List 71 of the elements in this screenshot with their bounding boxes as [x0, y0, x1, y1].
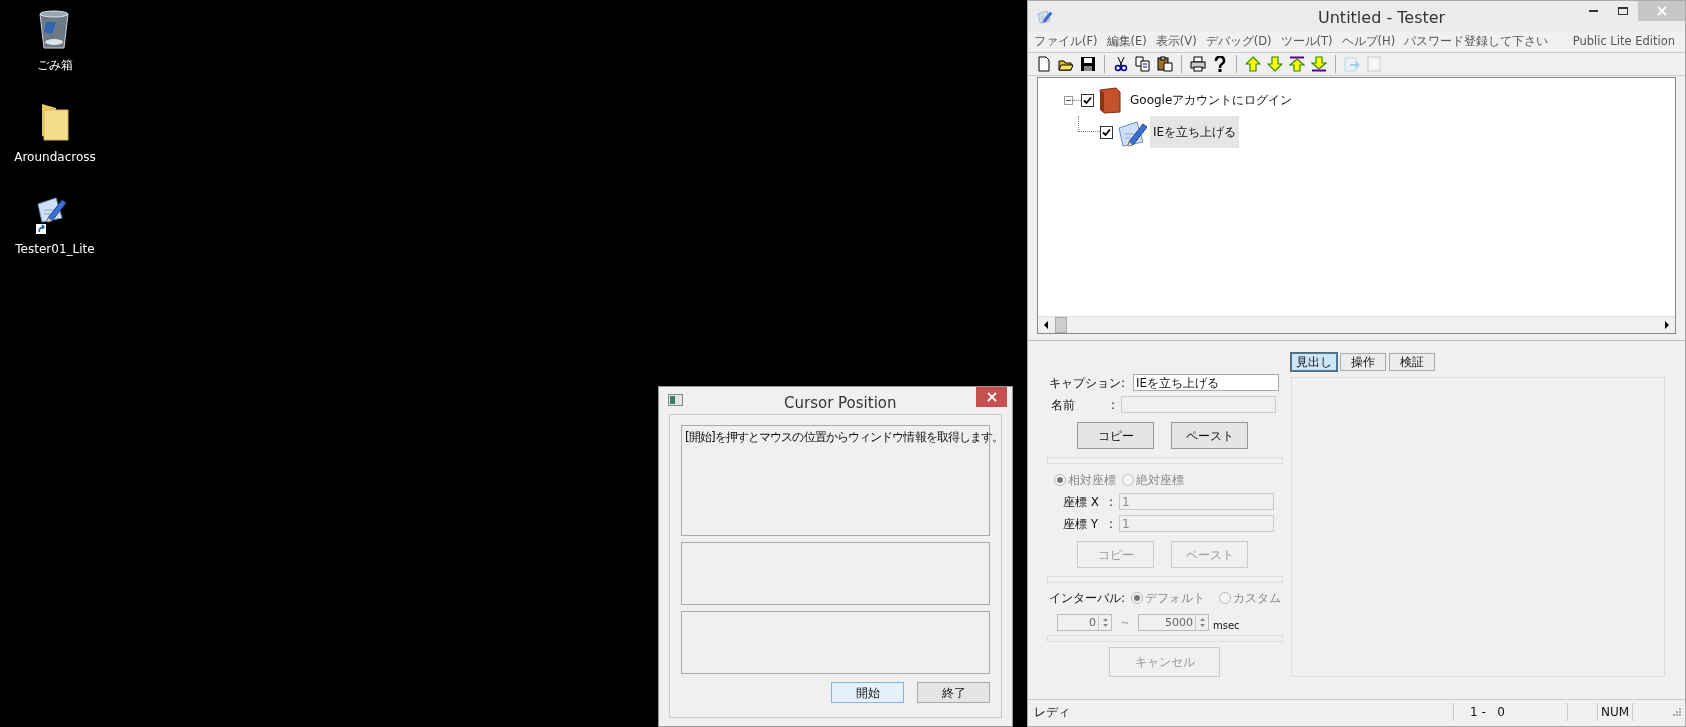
- action-button[interactable]: ペースト: [1171, 422, 1248, 449]
- tab[interactable]: 操作: [1340, 353, 1386, 371]
- desktop-icon-label[interactable]: Aroundacross: [14, 148, 96, 166]
- arrow-to-bottom-icon[interactable]: [1311, 56, 1327, 72]
- radio-label: 相対座標: [1068, 471, 1116, 489]
- spin-field[interactable]: 0: [1057, 614, 1112, 631]
- radio-button[interactable]: [1219, 591, 1232, 604]
- status-text: レディ: [1033, 703, 1071, 721]
- save-icon[interactable]: [1080, 56, 1096, 72]
- field-label: 座標 Y: [1063, 515, 1100, 533]
- app-icon: [1036, 7, 1054, 26]
- separator-colon: :: [1109, 493, 1115, 511]
- radio-button[interactable]: [1131, 591, 1144, 604]
- checkbox[interactable]: [1100, 125, 1113, 139]
- menu-item[interactable]: パスワード登録して下さい: [1404, 33, 1549, 51]
- radio-label: 絶対座標: [1136, 471, 1184, 489]
- menu-item[interactable]: ヘルプ(H): [1341, 33, 1396, 51]
- question-mark-icon[interactable]: [1212, 56, 1228, 72]
- separator-colon: :: [1111, 396, 1117, 414]
- unit-label: msec: [1213, 621, 1240, 631]
- down-arrow-icon[interactable]: [1267, 56, 1283, 72]
- field-label: インターバル:: [1049, 589, 1126, 607]
- arrow-to-top-icon[interactable]: [1289, 56, 1305, 72]
- collapse-toggle-icon[interactable]: [1064, 95, 1073, 105]
- num-lock-indicator: NUM: [1597, 702, 1633, 721]
- window-title: Cursor Position: [784, 393, 897, 414]
- spin-arrows-icon[interactable]: [1101, 617, 1109, 628]
- menu-item[interactable]: 表示(V): [1155, 33, 1197, 51]
- scissors-icon[interactable]: [1113, 56, 1129, 72]
- field-label: 座標 X: [1063, 493, 1101, 511]
- dialog-button[interactable]: 開始: [831, 682, 904, 703]
- field-label: キャプション:: [1049, 374, 1127, 392]
- new-file-icon[interactable]: [1036, 56, 1052, 72]
- book-icon: [1096, 86, 1124, 114]
- tab[interactable]: 検証: [1389, 353, 1435, 371]
- resize-grip-icon[interactable]: [1673, 707, 1681, 716]
- edition-label: Public Lite Edition: [1572, 33, 1675, 51]
- desktop-icon-label[interactable]: Tester01_Lite: [15, 240, 95, 258]
- radio-button[interactable]: [1122, 473, 1134, 486]
- menu-item[interactable]: 編集(E): [1106, 33, 1147, 51]
- close-icon[interactable]: [986, 392, 997, 402]
- checkbox[interactable]: [1081, 93, 1094, 107]
- desktop-icon-label[interactable]: ごみ箱: [37, 56, 73, 74]
- tab[interactable]: 見出し: [1291, 353, 1337, 371]
- caption-field[interactable]: IEを立ち上げる: [1133, 374, 1279, 391]
- menu-item[interactable]: デバッグ(D): [1205, 33, 1272, 51]
- dialog-button[interactable]: 終了: [917, 682, 990, 703]
- spin-arrows-icon[interactable]: [1198, 617, 1206, 628]
- horizontal-scrollbar[interactable]: [1038, 316, 1675, 333]
- tilde-text: ～: [1119, 614, 1131, 631]
- close-button[interactable]: [976, 387, 1007, 407]
- scrollbar-thumb[interactable]: [1055, 317, 1067, 333]
- tree-item-label[interactable]: Googleアカウントにログイン: [1127, 84, 1296, 116]
- action-button[interactable]: コピー: [1077, 422, 1154, 449]
- message-text: [開始]を押すとマウスの位置からウィンドウ情報を取得します。: [685, 430, 1004, 444]
- printer-icon[interactable]: [1190, 56, 1206, 72]
- menu-item[interactable]: ツール(T): [1280, 33, 1333, 51]
- tree-item-label[interactable]: IEを立ち上げる: [1150, 116, 1240, 148]
- clipboard-icon[interactable]: [1157, 56, 1173, 72]
- radio-button[interactable]: [1054, 473, 1066, 486]
- separator-colon: :: [1109, 515, 1115, 533]
- up-arrow-icon[interactable]: [1245, 56, 1261, 72]
- copy-icon[interactable]: [1135, 56, 1151, 72]
- radio-label: デフォルト: [1145, 589, 1206, 607]
- status-position: 1 - 0: [1453, 702, 1567, 721]
- window-icon: [668, 394, 683, 406]
- window-title: Untitled - Tester: [1318, 7, 1446, 29]
- menu-item[interactable]: ファイル(F): [1034, 33, 1098, 51]
- field-label: 名前: [1051, 396, 1076, 414]
- radio-label: カスタム: [1233, 589, 1282, 607]
- spin-field[interactable]: 5000: [1138, 614, 1209, 631]
